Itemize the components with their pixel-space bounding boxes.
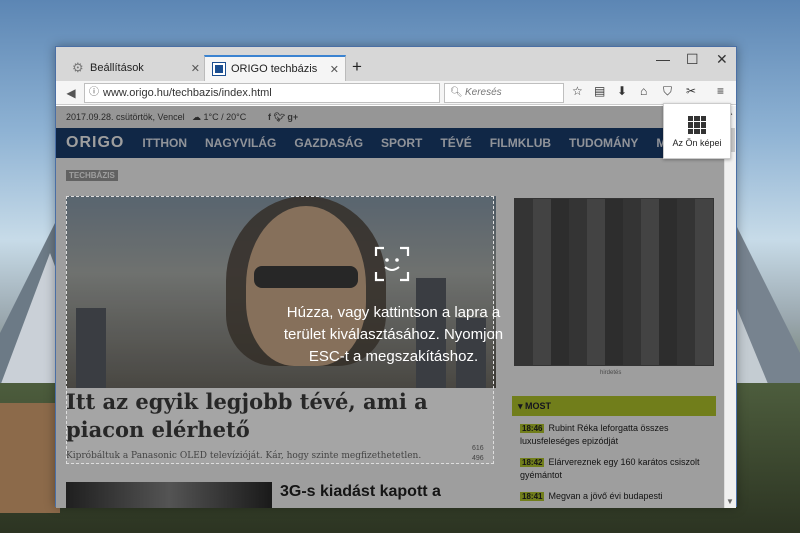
bookmark-star-icon[interactable]: ☆ <box>572 84 583 98</box>
close-tab-icon[interactable]: ✕ <box>330 63 339 76</box>
tab-bar: ⚙ Beállítások ✕ ORIGO techbázis ✕ + — ☐ … <box>56 47 736 81</box>
tab-origo[interactable]: ORIGO techbázis ✕ <box>204 55 346 81</box>
browser-window: ⚙ Beállítások ✕ ORIGO techbázis ✕ + — ☐ … <box>55 46 737 508</box>
wooden-bench <box>0 403 60 513</box>
maximize-button[interactable]: ☐ <box>686 51 699 68</box>
back-arrow-icon[interactable]: ◀ <box>62 84 80 102</box>
origo-favicon-icon <box>212 62 226 76</box>
navigation-toolbar: ◀ ⓘ www.origo.hu/techbazis/index.html ↻ … <box>56 81 736 105</box>
tab-settings[interactable]: ⚙ Beállítások ✕ <box>64 55 206 81</box>
tab-label: Beállítások <box>90 62 144 74</box>
info-icon[interactable]: ⓘ <box>89 84 99 102</box>
close-tab-icon[interactable]: ✕ <box>191 62 200 75</box>
url-text: www.origo.hu/techbazis/index.html <box>103 87 272 99</box>
menu-icon[interactable]: ≡ <box>717 84 724 98</box>
grid-icon <box>688 116 706 134</box>
minimize-button[interactable]: — <box>656 51 670 67</box>
home-icon[interactable]: ⌂ <box>640 84 647 98</box>
new-tab-button[interactable]: + <box>352 57 362 77</box>
scroll-down-icon[interactable]: ▼ <box>726 497 734 506</box>
search-icon: 🔍︎ <box>450 87 463 98</box>
overlay-instructions: Húzza, vagy kattintson a lapra a terület… <box>283 304 504 365</box>
close-window-button[interactable]: ✕ <box>716 51 728 68</box>
tab-label: ORIGO techbázis <box>231 63 318 75</box>
scrollbar[interactable]: ▲ ▼ <box>724 106 736 508</box>
search-placeholder: Keresés <box>465 87 502 98</box>
page-content[interactable]: 2017.09.28. csütörtök, Vencel ☁ 1°C / 20… <box>56 106 726 508</box>
smiley-selection-icon <box>374 246 410 282</box>
url-bar[interactable]: ⓘ www.origo.hu/techbazis/index.html ↻ <box>84 83 461 103</box>
reading-list-icon[interactable]: ▤ <box>594 84 605 98</box>
download-icon[interactable]: ⬇ <box>617 84 627 98</box>
screenshot-icon[interactable]: ✂ <box>686 84 696 98</box>
pocket-icon[interactable]: ⛉ <box>663 84 672 99</box>
gear-icon: ⚙ <box>72 60 84 75</box>
my-shots-button[interactable]: Az Ön képei <box>663 103 731 159</box>
search-input[interactable]: 🔍︎ Keresés <box>444 83 564 103</box>
my-shots-label: Az Ön képei <box>672 138 722 148</box>
